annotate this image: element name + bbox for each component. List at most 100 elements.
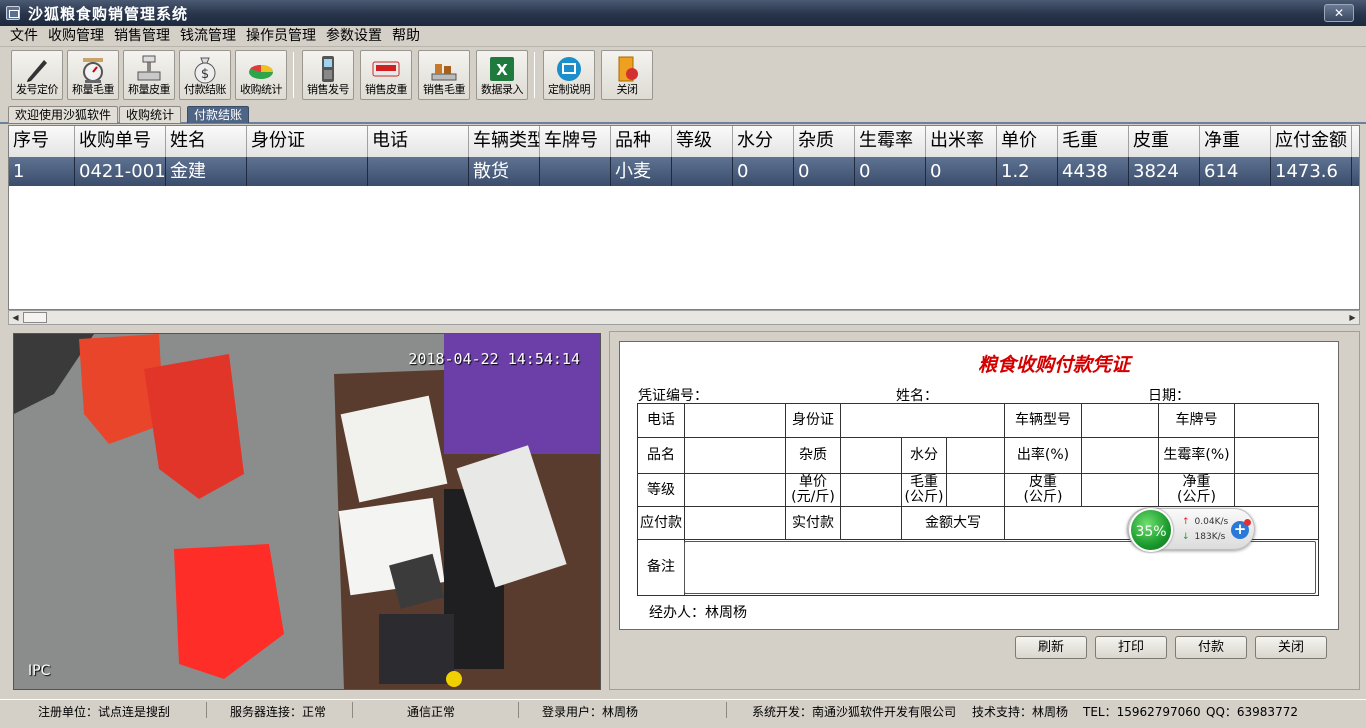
col-header[interactable]: 等级	[672, 126, 733, 157]
close-button[interactable]: 关闭	[1255, 636, 1327, 659]
col-header[interactable]: 皮重	[1129, 126, 1200, 157]
mold-rate-value[interactable]	[1235, 438, 1318, 474]
download-speed: ↓ 183K/s	[1182, 532, 1225, 542]
print-button[interactable]: 打印	[1095, 636, 1167, 659]
title-bar: 沙狐粮食购销管理系统 ✕	[0, 0, 1366, 26]
tool-data-entry-button[interactable]: X 数据录入	[476, 50, 528, 100]
menu-sales[interactable]: 销售管理	[109, 26, 175, 47]
table-cell: 小麦	[611, 157, 672, 186]
status-separator	[352, 702, 353, 718]
pie-chart-icon	[249, 64, 273, 79]
col-header[interactable]: 杂质	[794, 126, 855, 157]
toolbar: 发号定价 称量毛重 称量皮重 $ 付款结账 收购统计 销售发号 销售皮重 销售毛…	[0, 47, 1366, 104]
voucher-name-label: 姓名：	[896, 388, 938, 404]
col-header[interactable]: 电话	[368, 126, 469, 157]
col-header[interactable]: 车辆类型	[469, 126, 540, 157]
unit-price-unit: (元/斤)	[791, 489, 835, 505]
yield-rate-value[interactable]	[1082, 438, 1159, 474]
memory-percent-badge[interactable]: 35%	[1129, 508, 1173, 552]
table-cell: 0	[794, 157, 855, 186]
tab-payment[interactable]: 付款结账	[187, 106, 250, 123]
col-header[interactable]: 身份证	[247, 126, 368, 157]
exit-icon	[618, 56, 638, 82]
plus-icon[interactable]: +	[1231, 519, 1251, 539]
tool-purchase-stats-button[interactable]: 收购统计	[235, 50, 287, 100]
col-header[interactable]: 单价	[997, 126, 1058, 157]
payable-value[interactable]	[685, 507, 786, 540]
network-speed-widget[interactable]: 35% ↑ 0.04K/s ↓ 183K/s +	[1127, 508, 1255, 552]
tool-custom-info-button[interactable]: 定制说明	[543, 50, 595, 100]
scrollbar-thumb[interactable]	[23, 312, 47, 323]
tool-weigh-tare-button[interactable]: 称量皮重	[123, 50, 175, 100]
col-header[interactable]: 序号	[9, 126, 75, 157]
tool-payment-button[interactable]: $ 付款结账	[179, 50, 231, 100]
grid-header: 序号 收购单号 姓名 身份证 电话 车辆类型 车牌号 品种 等级 水分 杂质 生…	[9, 126, 1359, 157]
scroll-right-icon[interactable]: ▶	[1346, 311, 1359, 324]
unit-price-value[interactable]	[841, 474, 902, 507]
voucher-label: 生霉率(%)	[1159, 438, 1235, 474]
plate-value[interactable]	[1235, 404, 1318, 438]
phone-value[interactable]	[685, 404, 786, 438]
voucher-label: 水分	[902, 438, 947, 474]
menu-file[interactable]: 文件	[0, 26, 43, 47]
col-header[interactable]: 应付金额	[1271, 126, 1352, 157]
tool-close-button[interactable]: 关闭	[601, 50, 653, 100]
table-cell: 0	[733, 157, 794, 186]
scale-icon	[83, 58, 103, 83]
impurity-value[interactable]	[841, 438, 902, 474]
tool-sales-issue-button[interactable]: 销售发号	[302, 50, 354, 100]
voucher-label: 电话	[638, 404, 685, 438]
net-value[interactable]	[1235, 474, 1318, 507]
col-header[interactable]: 姓名	[166, 126, 247, 157]
tare-value[interactable]	[1082, 474, 1159, 507]
gross-label: 毛重	[910, 474, 938, 490]
table-cell: 4438	[1058, 157, 1129, 186]
tool-weigh-gross-button[interactable]: 称量毛重	[67, 50, 119, 100]
upload-speed: ↑ 0.04K/s	[1182, 517, 1228, 527]
col-header[interactable]: 收购单号	[75, 126, 166, 157]
col-header[interactable]: 水分	[733, 126, 794, 157]
moisture-value[interactable]	[947, 438, 1005, 474]
col-header[interactable]: 生霉率	[855, 126, 926, 157]
menu-operator[interactable]: 操作员管理	[241, 26, 321, 47]
menu-help[interactable]: 帮助	[387, 26, 425, 47]
tool-sales-gross-button[interactable]: 销售毛重	[418, 50, 470, 100]
col-header[interactable]: 净重	[1200, 126, 1271, 157]
refresh-button[interactable]: 刷新	[1015, 636, 1087, 659]
arrow-up-icon: ↑	[1182, 517, 1190, 527]
table-cell: 0	[855, 157, 926, 186]
scroll-left-icon[interactable]: ◀	[9, 311, 22, 324]
svg-text:X: X	[496, 61, 508, 79]
grade-value[interactable]	[685, 474, 786, 507]
window-close-button[interactable]: ✕	[1324, 4, 1354, 22]
tab-strip: 欢迎使用沙狐软件 收购统计 付款结账	[0, 105, 1366, 124]
tab-welcome[interactable]: 欢迎使用沙狐软件	[8, 106, 119, 123]
menu-cashflow[interactable]: 钱流管理	[175, 26, 241, 47]
tool-issue-price-button[interactable]: 发号定价	[11, 50, 63, 100]
tare-unit: (公斤)	[1023, 489, 1063, 505]
weight-display-icon	[372, 61, 400, 77]
pay-button[interactable]: 付款	[1175, 636, 1247, 659]
id-card-value[interactable]	[841, 404, 1005, 438]
status-support: 技术支持：林周杨	[972, 705, 1069, 719]
toolbar-separator	[534, 52, 535, 98]
gross-value[interactable]	[947, 474, 1005, 507]
col-header[interactable]: 毛重	[1058, 126, 1129, 157]
voucher-label: 身份证	[786, 404, 841, 438]
vehicle-type-value[interactable]	[1082, 404, 1159, 438]
menu-settings[interactable]: 参数设置	[321, 26, 387, 47]
tool-sales-tare-button[interactable]: 销售皮重	[360, 50, 412, 100]
table-cell: 1473.6	[1271, 157, 1352, 186]
col-header[interactable]: 品种	[611, 126, 672, 157]
product-value[interactable]	[685, 438, 786, 474]
voucher-no-label: 凭证编号：	[638, 388, 708, 404]
menu-purchase[interactable]: 收购管理	[43, 26, 109, 47]
col-header[interactable]: 车牌号	[540, 126, 611, 157]
col-header[interactable]: 出米率	[926, 126, 997, 157]
table-cell	[368, 157, 469, 186]
paid-value[interactable]	[841, 507, 902, 540]
payment-grid[interactable]: 序号 收购单号 姓名 身份证 电话 车辆类型 车牌号 品种 等级 水分 杂质 生…	[8, 125, 1360, 310]
tab-purchase-stats[interactable]: 收购统计	[119, 106, 182, 123]
table-row[interactable]: 1 0421-001 金建 散货 小麦 0 0 0 0 1.2 4438 382…	[9, 157, 1359, 186]
grid-horizontal-scrollbar[interactable]: ◀ ▶	[8, 310, 1360, 325]
